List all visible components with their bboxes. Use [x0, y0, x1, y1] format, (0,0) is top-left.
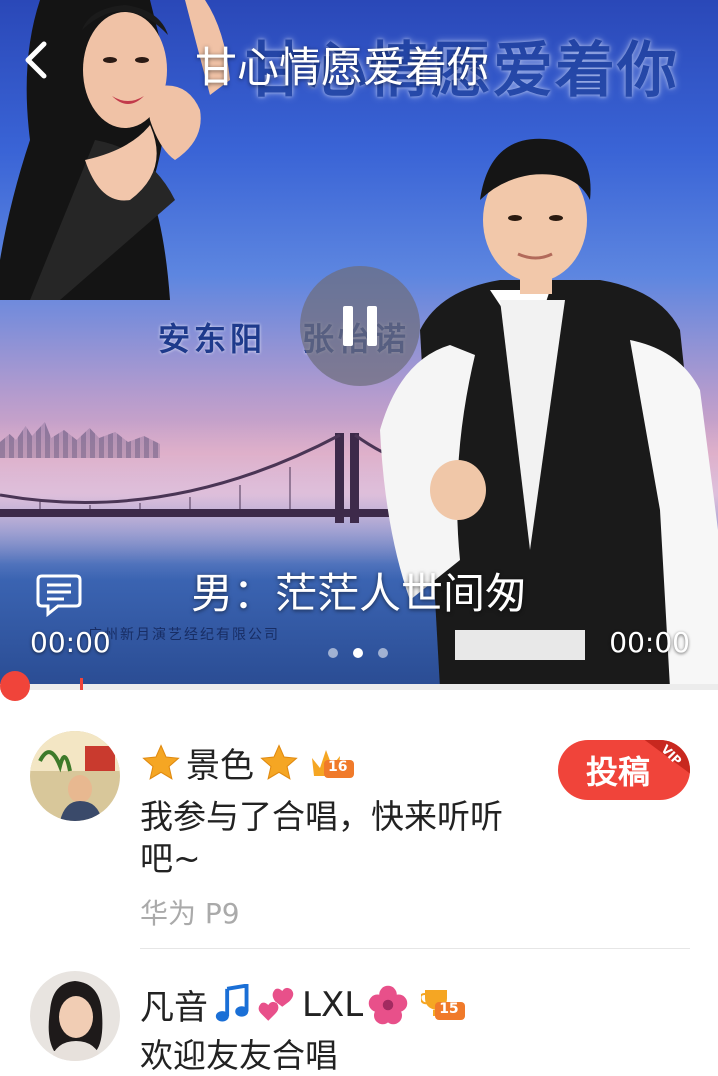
album-art-company: 广州新月演艺经纪有限公司	[88, 627, 280, 643]
crown-level-icon: 16	[310, 746, 354, 780]
pause-button[interactable]	[300, 266, 420, 386]
submit-button[interactable]: 投稿 VIP	[558, 740, 690, 800]
page-indicator	[328, 648, 388, 658]
commenter-name-row: 凡音 LXL 15	[140, 980, 466, 1029]
avatar-photo	[30, 971, 120, 1061]
level-badge: 15	[439, 1000, 459, 1017]
star-icon	[142, 743, 180, 780]
progress-handle[interactable]	[0, 671, 30, 701]
submit-label: 投稿	[586, 753, 651, 791]
trophy-level-icon: 15	[419, 988, 466, 1022]
current-lyric: 男：茫茫人世间匆	[190, 569, 527, 618]
two-hearts-icon	[258, 987, 294, 1021]
music-note-icon	[215, 983, 249, 1021]
page-dot[interactable]	[378, 648, 388, 658]
page-title: 甘心情愿爱着你	[195, 43, 490, 92]
comment-text: 欢迎友友合唱	[140, 1036, 338, 1075]
commenter-name[interactable]: 景色	[186, 738, 254, 787]
commenter-name-row: 景色 16	[140, 738, 354, 787]
comment-text: 我参与了合唱，快来听听吧~	[140, 797, 503, 878]
chevron-left-icon	[25, 41, 47, 79]
vip-badge: VIP	[642, 740, 690, 778]
commenter-name[interactable]: 凡音	[140, 980, 208, 1029]
avatar[interactable]	[30, 971, 120, 1061]
back-button[interactable]	[14, 36, 62, 84]
commenter-name-suffix: LXL	[302, 984, 364, 1025]
total-time: 00:00	[609, 626, 690, 659]
page-dot[interactable]	[328, 648, 338, 658]
avatar[interactable]	[30, 731, 120, 821]
star-icon	[260, 743, 298, 780]
comment-device: 华为 P9	[140, 897, 240, 930]
progress-track[interactable]	[0, 684, 718, 690]
pause-icon-bar	[367, 306, 377, 346]
avatar-photo	[30, 731, 120, 821]
flower-icon	[368, 985, 408, 1024]
pause-icon	[343, 306, 353, 346]
divider	[140, 948, 690, 949]
level-badge: 16	[328, 758, 348, 775]
page-dot-active[interactable]	[353, 648, 363, 658]
elapsed-time: 00:00	[30, 626, 111, 659]
player-area[interactable]: 甘心情愿爱着你 安东阳 张怡诺 广州新月演艺经纪有限公司 甘心情愿爱着你 男：茫…	[0, 0, 718, 688]
progress-marker	[80, 678, 83, 690]
